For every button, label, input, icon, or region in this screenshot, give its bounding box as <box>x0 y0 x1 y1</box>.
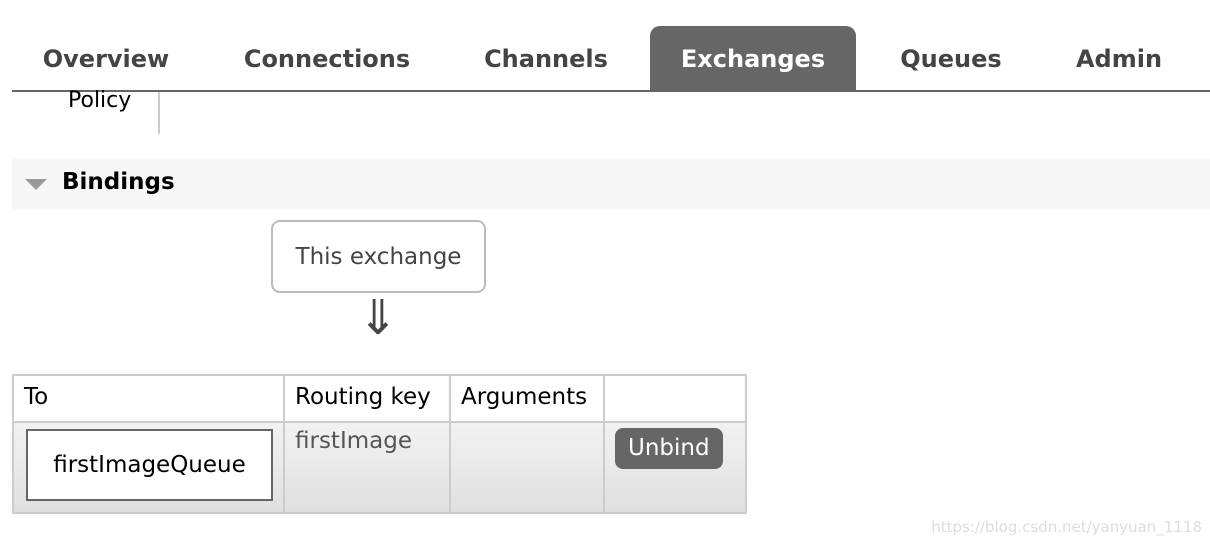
column-header-arguments: Arguments <box>449 374 605 423</box>
table-row: firstImageQueue firstImage Unbind <box>12 421 747 514</box>
arguments-cell <box>449 421 605 514</box>
bindings-section-header[interactable]: Bindings <box>12 159 1210 209</box>
column-header-to: To <box>12 374 285 423</box>
tab-queues[interactable]: Queues <box>886 26 1016 91</box>
routing-key-cell: firstImage <box>283 421 451 514</box>
tab-overview[interactable]: Overview <box>30 26 182 91</box>
section-title: Bindings <box>62 169 175 195</box>
tab-admin[interactable]: Admin <box>1062 26 1176 91</box>
tab-connections[interactable]: Connections <box>230 26 424 91</box>
bindings-table: To Routing key Arguments firstImageQueue… <box>12 374 747 514</box>
sub-tab-divider <box>158 92 160 134</box>
watermark: https://blog.csdn.net/yanyuan_1118 <box>931 518 1202 536</box>
this-exchange-box: This exchange <box>271 220 486 293</box>
unbind-button[interactable]: Unbind <box>615 428 723 469</box>
queue-link[interactable]: firstImageQueue <box>26 429 273 501</box>
down-arrow-icon: ⇓ <box>358 290 399 346</box>
nav-divider <box>12 90 1210 92</box>
collapse-triangle-icon <box>25 179 47 190</box>
tab-channels[interactable]: Channels <box>470 26 622 91</box>
tab-exchanges[interactable]: Exchanges <box>650 26 856 91</box>
sub-tab-policy[interactable]: Policy <box>68 88 131 113</box>
column-header-routing-key: Routing key <box>283 374 451 423</box>
column-header-actions <box>603 374 747 423</box>
